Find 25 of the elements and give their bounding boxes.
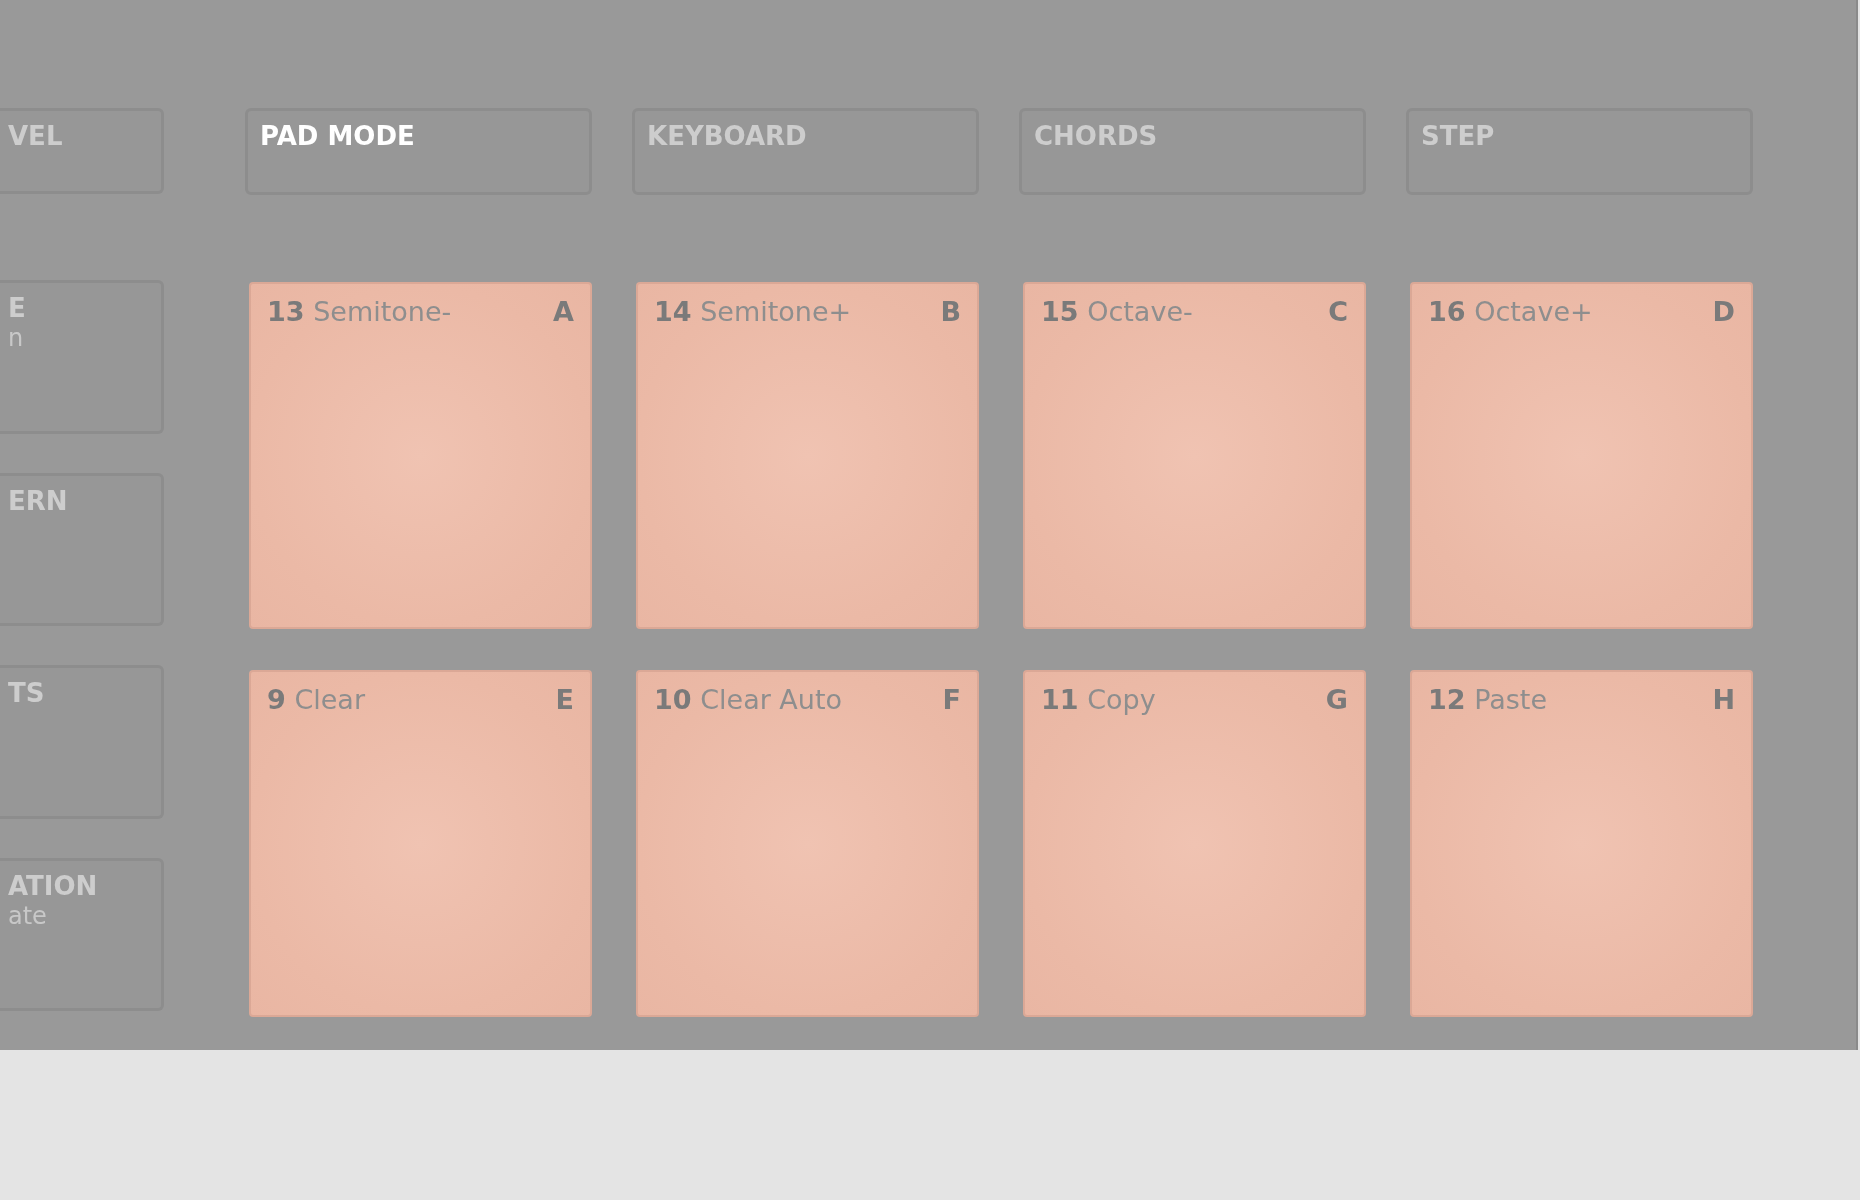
pad-label: 9 Clear — [267, 684, 365, 715]
pad[interactable]: 10 Clear Auto F — [636, 670, 979, 1017]
pad-letter: E — [555, 684, 574, 715]
pad-label: 10 Clear Auto — [654, 684, 843, 715]
pad-letter: C — [1328, 296, 1348, 327]
pad[interactable]: 12 Paste H — [1410, 670, 1753, 1017]
pad-label: 16 Octave+ — [1428, 296, 1593, 327]
pad[interactable]: 14 Semitone+ B — [636, 282, 979, 629]
mode-button[interactable]: PAD MODE — [245, 108, 592, 195]
pad-letter: A — [553, 296, 574, 327]
pad[interactable]: 16 Octave+ D — [1410, 282, 1753, 629]
pad[interactable]: 13 Semitone- A — [249, 282, 592, 629]
pad-letter: D — [1712, 296, 1735, 327]
pad-label: 12 Paste — [1428, 684, 1548, 715]
pad-letter: F — [942, 684, 961, 715]
pad-label: 11 Copy — [1041, 684, 1156, 715]
pad[interactable]: 15 Octave- C — [1023, 282, 1366, 629]
pad-letter: H — [1712, 684, 1735, 715]
pad[interactable]: 11 Copy G — [1023, 670, 1366, 1017]
pad-letter: B — [940, 296, 961, 327]
pad-label: 14 Semitone+ — [654, 296, 852, 327]
pad-label: 15 Octave- — [1041, 296, 1193, 327]
pad-label: 13 Semitone- — [267, 296, 452, 327]
pad-letter: G — [1325, 684, 1348, 715]
pad[interactable]: 9 Clear E — [249, 670, 592, 1017]
